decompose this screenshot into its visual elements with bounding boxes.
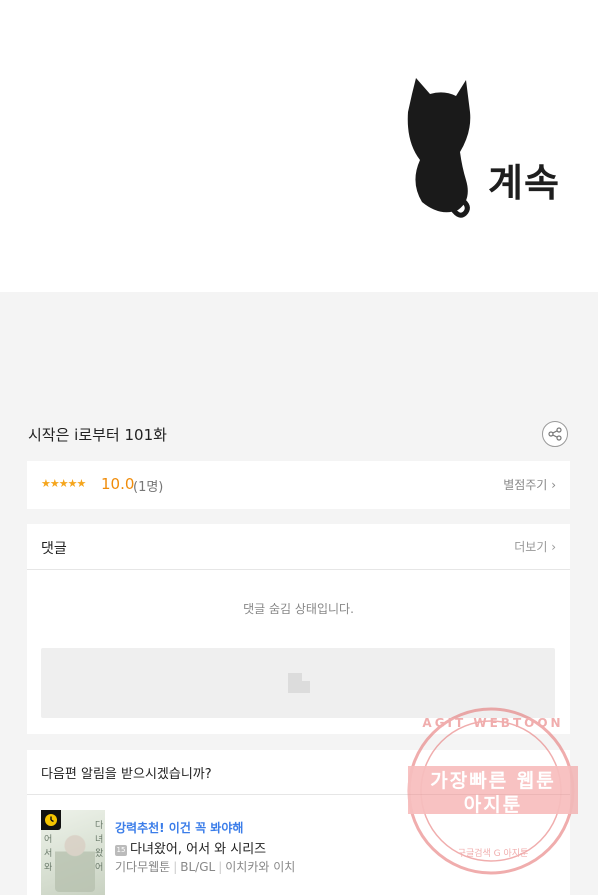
rating-count: (1명) (133, 480, 164, 495)
cover-figure (55, 834, 95, 892)
comment-hidden-message: 댓글 숨김 상태입니다. (243, 602, 354, 616)
comment-more-button[interactable]: 더보기 › (514, 538, 556, 555)
rating-card: ★★★★★ 10.0 (1명) 별점주기 › (27, 461, 570, 509)
more-label: 더보기 (514, 540, 548, 554)
cover-text: 다 (95, 821, 104, 831)
rating-stars: ★★★★★ (41, 477, 86, 490)
watermark-bottom-text: 구글검색 G 아지툰 (457, 849, 529, 859)
share-button[interactable] (542, 421, 568, 447)
chevron-right-icon: › (551, 478, 556, 492)
rate-button-label: 별점주기 (503, 478, 548, 492)
continue-label: 계속 (488, 161, 560, 205)
watermark-line1: 가장빠른 웹툰 (430, 770, 556, 792)
cover-text: 왔 (95, 849, 104, 859)
meta-type: 기다무웹툰 (115, 860, 171, 874)
meta-separator: | (218, 860, 223, 874)
watermark-top-text: AGIT WEBTOON (422, 716, 564, 730)
image-placeholder-icon (288, 673, 310, 693)
recommendation-thumbnail[interactable]: 어 서 와 다 녀 왔 어 (41, 810, 105, 895)
cover-text: 녀 (95, 835, 104, 845)
continue-graphic: 계속 (400, 72, 580, 222)
meta-author: 이치카와 이치 (225, 860, 296, 874)
notify-question: 다음편 알림을 받으시겠습니까? (41, 767, 212, 782)
rate-button[interactable]: 별점주기 › (503, 476, 556, 493)
comment-section: 댓글 더보기 › 댓글 숨김 상태입니다. (27, 524, 570, 734)
episode-title: 시작은 i로부터 101화 (28, 426, 167, 444)
cover-text: 서 (44, 849, 53, 859)
cover-text: 어 (44, 835, 53, 845)
recommendation-meta: 기다무웹툰 | BL/GL | 이치카와 이치 (115, 858, 295, 875)
meta-genre: BL/GL (180, 860, 216, 874)
share-icon (548, 427, 562, 441)
recommendation-title[interactable]: 15 다녀왔어, 어서 와 시리즈 (115, 838, 266, 857)
comment-header: 댓글 더보기 › (27, 524, 570, 570)
cat-silhouette-icon (407, 78, 471, 218)
episode-end-banner: 계속 (0, 0, 598, 292)
recommendation-label: 강력추천! 이건 꼭 봐야해 (115, 821, 244, 835)
comment-title: 댓글 (41, 541, 67, 557)
meta-separator: | (173, 860, 178, 874)
chevron-right-icon: › (551, 540, 556, 554)
clock-icon (45, 814, 57, 826)
clock-badge (41, 810, 61, 830)
recommendation-title-text: 다녀왔어, 어서 와 시리즈 (130, 842, 267, 857)
cover-text: 어 (95, 863, 104, 873)
cover-text: 와 (44, 863, 53, 873)
watermark-stamp: AGIT WEBTOON 가장빠른 웹툰 아지툰 구글검색 G 아지툰 (406, 706, 580, 876)
age-rating-badge: 15 (115, 845, 127, 856)
rating-score: 10.0 (101, 475, 135, 493)
watermark-line2: 아지툰 (463, 794, 523, 816)
